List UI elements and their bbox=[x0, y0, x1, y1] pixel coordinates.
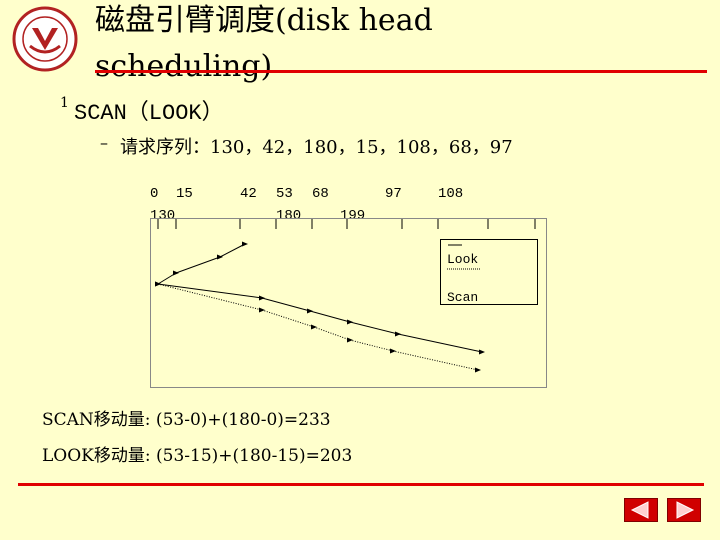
prev-arrow-icon[interactable] bbox=[624, 498, 658, 522]
look-segment bbox=[219, 243, 246, 258]
look-point bbox=[479, 349, 485, 355]
scan-point bbox=[311, 324, 317, 330]
scan-point bbox=[347, 337, 353, 343]
look-point bbox=[395, 331, 401, 337]
look-segment bbox=[309, 310, 351, 323]
look-point bbox=[242, 241, 248, 247]
look-segment bbox=[175, 256, 221, 274]
legend-scan-swatch bbox=[447, 268, 480, 270]
scan-point bbox=[259, 307, 265, 313]
scan-series bbox=[155, 281, 481, 373]
legend-scan-label: Scan bbox=[447, 290, 479, 305]
scan-segment bbox=[261, 309, 315, 328]
look-segment bbox=[261, 297, 311, 312]
look-point bbox=[173, 270, 179, 276]
look-segment bbox=[349, 321, 399, 335]
scan-point bbox=[475, 367, 481, 373]
scan-segment bbox=[313, 326, 351, 341]
scan-point bbox=[390, 348, 396, 354]
look-point bbox=[217, 254, 223, 260]
scan-distance: SCAN移动量: (53-0)+(180-0)=233 bbox=[42, 410, 331, 430]
scan-segment bbox=[392, 350, 479, 371]
look-point bbox=[259, 295, 265, 301]
look-series bbox=[155, 241, 485, 355]
scan-segment bbox=[157, 283, 263, 311]
look-segment bbox=[157, 283, 263, 299]
legend-look-swatch bbox=[448, 244, 462, 246]
legend-look-label: Look bbox=[447, 252, 479, 267]
bottom-rule bbox=[18, 483, 704, 486]
look-point bbox=[347, 319, 353, 325]
scan-segment bbox=[349, 339, 394, 352]
look-point bbox=[307, 308, 313, 314]
look-segment bbox=[397, 333, 483, 353]
next-arrow-icon[interactable] bbox=[667, 498, 701, 522]
look-distance: LOOK移动量: (53-15)+(180-15)=203 bbox=[42, 446, 353, 466]
axis-ticks bbox=[157, 219, 536, 229]
